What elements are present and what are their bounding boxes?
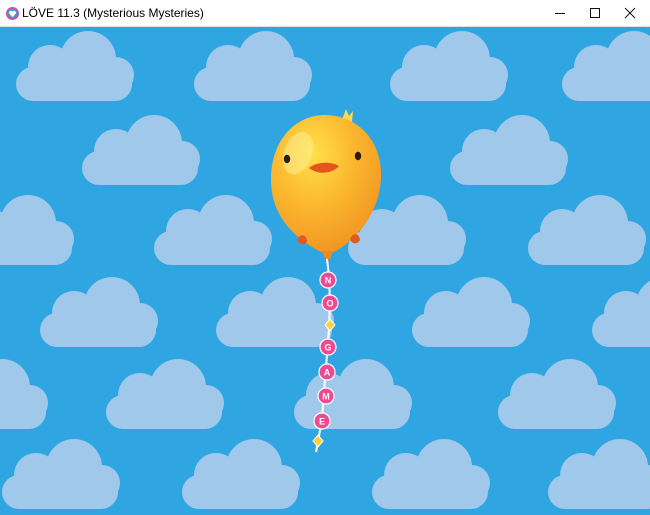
svg-text:O: O [326,299,333,309]
cloud [0,359,48,429]
cloud [390,31,508,101]
cloud [450,115,568,185]
cloud [592,277,650,347]
cloud [40,277,158,347]
title-bar[interactable]: LÖVE 11.3 (Mysterious Mysteries) [0,0,650,27]
minimize-button[interactable] [542,0,578,26]
cloud [2,439,120,509]
svg-text:M: M [322,392,330,402]
bead-m: M [317,387,335,405]
game-canvas[interactable]: N O G A M E [0,27,650,515]
right-eye [354,151,362,161]
maximize-button[interactable] [577,0,613,26]
svg-text:A: A [324,368,331,378]
bead-n: N [319,271,337,289]
close-button[interactable] [612,0,648,26]
svg-text:G: G [324,343,331,353]
game-scene: N O G A M E [0,31,650,509]
cloud [16,31,134,101]
window-title: LÖVE 11.3 (Mysterious Mysteries) [22,6,204,20]
bead-o: O [321,294,339,312]
cloud [548,439,650,509]
cloud-layer [0,31,650,509]
bead-a: A [318,363,336,381]
close-icon [624,7,636,19]
bead-e: E [313,412,331,430]
maximize-icon [590,8,600,18]
cloud [562,31,650,101]
svg-text:E: E [319,417,325,427]
cloud [294,359,412,429]
cloud [372,439,490,509]
cloud [412,277,530,347]
cloud [498,359,616,429]
cloud [82,115,200,185]
cloud [194,31,312,101]
app-window: LÖVE 11.3 (Mysterious Mysteries) N O G A… [0,0,650,515]
cloud [528,195,646,265]
left-eye [283,154,291,164]
cloud [182,439,300,509]
cloud [216,277,334,347]
svg-text:N: N [325,276,332,286]
bead-g: G [319,338,337,356]
cloud [154,195,272,265]
love-heart-icon [6,7,19,20]
balloon-knot [322,251,333,259]
cloud [106,359,224,429]
diamond-bead [312,434,324,448]
cloud [0,195,74,265]
minimize-icon [555,13,565,14]
